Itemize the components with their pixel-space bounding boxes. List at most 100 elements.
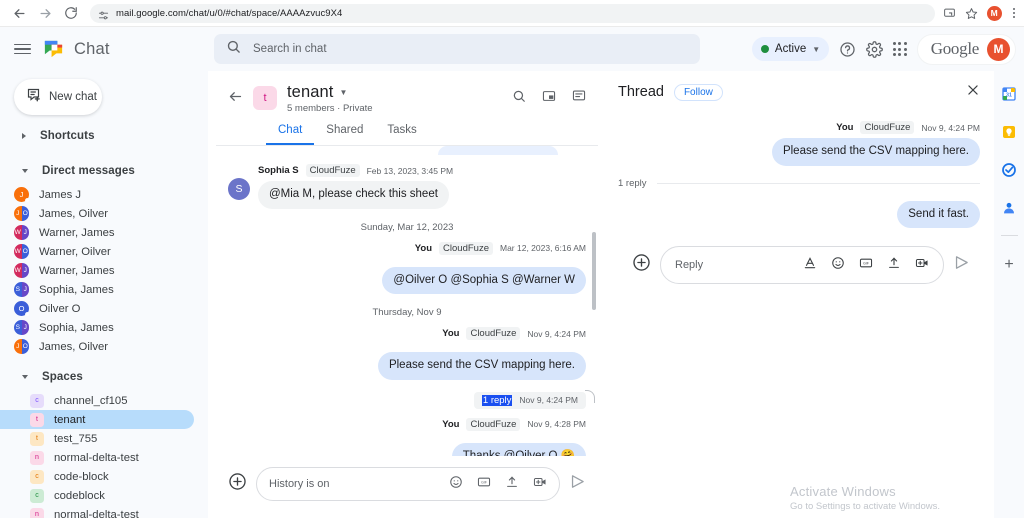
- send-icon[interactable]: [569, 473, 586, 495]
- upload-icon[interactable]: [505, 475, 519, 494]
- sidebar-section-shortcuts[interactable]: Shortcuts: [0, 122, 208, 150]
- sidebar-item-dm[interactable]: S J Sophia, James: [0, 318, 194, 337]
- scrollbar-thumb[interactable]: [592, 232, 596, 310]
- help-circle-icon[interactable]: [839, 41, 856, 58]
- sidebar-item-label: normal-delta-test: [54, 451, 139, 464]
- chevron-down-icon: [22, 375, 28, 379]
- thread-title: Thread: [618, 84, 664, 100]
- message-bubble[interactable]: Send it fast.: [897, 200, 980, 229]
- avatar-half-left: W: [14, 263, 22, 278]
- browser-profile-avatar[interactable]: M: [986, 5, 1002, 21]
- sidebar-item-dm[interactable]: S J Sophia, James: [0, 280, 194, 299]
- app-title: Chat: [74, 39, 110, 58]
- sidebar-item-space[interactable]: c codeblock: [0, 486, 194, 505]
- keep-icon[interactable]: [1000, 123, 1018, 141]
- close-icon[interactable]: [966, 83, 980, 101]
- avatar: O: [14, 301, 30, 317]
- sidebar-item-space[interactable]: c channel_cf105: [0, 391, 194, 410]
- space-avatar: c: [30, 469, 44, 484]
- google-account-pill[interactable]: Google M: [916, 33, 1016, 65]
- message-bubble[interactable]: @Oilver O @Sophia S @Warner W: [382, 266, 586, 295]
- message-group: You CloudFuze Mar 12, 2023, 6:16 AM @Oilver…: [228, 241, 586, 295]
- avatar-half-right: O: [21, 339, 29, 354]
- sidebar-item-dm[interactable]: J O James, Oilver: [0, 204, 194, 223]
- message-bubble[interactable]: @Mia M, please check this sheet: [258, 181, 449, 209]
- back-arrow-icon[interactable]: [228, 89, 243, 109]
- tab-shared[interactable]: Shared: [314, 120, 375, 145]
- send-icon[interactable]: [953, 254, 970, 276]
- day-separator: Thursday, Nov 9: [372, 307, 442, 319]
- tasks-icon[interactable]: [1000, 161, 1018, 179]
- picture-in-picture-icon[interactable]: [542, 89, 556, 108]
- thread-panel-icon[interactable]: [572, 89, 586, 108]
- add-icon[interactable]: [228, 472, 247, 496]
- sidebar-section-spaces[interactable]: Spaces: [0, 363, 208, 391]
- thread-reply-input[interactable]: Reply GIF: [660, 246, 944, 285]
- sidebar-item-label: channel_cf105: [54, 394, 128, 407]
- new-chat-button[interactable]: New chat: [14, 79, 102, 115]
- forward-arrow-icon[interactable]: [32, 0, 58, 26]
- emoji-icon[interactable]: [831, 256, 845, 275]
- sidebar-item-dm[interactable]: W J Warner, James: [0, 261, 194, 280]
- message-sender: You: [836, 122, 854, 133]
- sidebar-item-label: James, Oilver: [39, 340, 109, 353]
- gif-icon[interactable]: GIF: [859, 256, 873, 275]
- sidebar-item-space[interactable]: n normal-delta-test: [0, 505, 194, 518]
- sidebar-item-label: Warner, James: [39, 226, 115, 239]
- message-bubble[interactable]: Please send the CSV mapping here.: [377, 352, 586, 380]
- thread-reply-chip[interactable]: 1 reply Nov 9, 4:24 PM: [473, 389, 595, 409]
- add-app-button[interactable]: +: [1004, 256, 1013, 274]
- presence-dot-icon: [25, 312, 30, 317]
- video-icon[interactable]: [533, 475, 547, 494]
- text-format-icon[interactable]: [803, 256, 817, 275]
- space-avatar: c: [30, 488, 44, 503]
- add-icon[interactable]: [632, 253, 651, 277]
- search-input[interactable]: Search in chat: [214, 34, 700, 64]
- star-icon[interactable]: [965, 7, 978, 20]
- kebab-menu-icon[interactable]: [1011, 7, 1017, 19]
- contacts-icon[interactable]: [1000, 199, 1018, 217]
- back-arrow-icon[interactable]: [6, 0, 32, 26]
- sidebar-item-dm[interactable]: O Oilver O: [0, 299, 194, 318]
- reply-timestamp: Nov 9, 4:24 PM: [519, 395, 578, 406]
- chevron-down-icon[interactable]: ▼: [339, 88, 347, 97]
- cast-icon[interactable]: [943, 7, 956, 20]
- message-input[interactable]: History is on GIF: [256, 467, 560, 501]
- avatar[interactable]: M: [987, 37, 1010, 61]
- avatar-half-right: O: [21, 206, 29, 221]
- video-icon[interactable]: [915, 256, 929, 275]
- sidebar-item-dm[interactable]: W O Warner, Oilver: [0, 242, 194, 261]
- status-badge[interactable]: Active ▼: [751, 37, 830, 61]
- sidebar-section-label: Spaces: [42, 371, 83, 383]
- tab-chat[interactable]: Chat: [266, 120, 315, 145]
- tune-icon[interactable]: [98, 8, 109, 19]
- upload-icon[interactable]: [887, 256, 901, 275]
- sidebar-item-space[interactable]: c code-block: [0, 467, 194, 486]
- sidebar-item-space[interactable]: n normal-delta-test: [0, 448, 194, 467]
- avatar-half-left: S: [14, 282, 22, 297]
- follow-button[interactable]: Follow: [673, 83, 723, 101]
- sidebar-item-dm[interactable]: W J Warner, James: [0, 223, 194, 242]
- sidebar-item-space[interactable]: t tenant: [0, 410, 194, 429]
- avatar: JO: [14, 339, 29, 354]
- calendar-icon[interactable]: 31: [1000, 85, 1018, 103]
- sidebar-item-space[interactable]: t test_755: [0, 429, 194, 448]
- sidebar-section-direct-messages[interactable]: Direct messages: [0, 157, 208, 185]
- message-bubble[interactable]: Please send the CSV mapping here.: [771, 138, 980, 166]
- tab-tasks[interactable]: Tasks: [375, 120, 428, 145]
- message-timestamp: Nov 9, 4:24 PM: [527, 328, 586, 339]
- address-bar[interactable]: mail.google.com/chat/u/0/#chat/space/AAA…: [90, 3, 935, 23]
- gif-icon[interactable]: GIF: [477, 475, 491, 494]
- search-icon[interactable]: [512, 89, 526, 108]
- address-bar-url: mail.google.com/chat/u/0/#chat/space/AAA…: [116, 7, 343, 19]
- message-app-badge: CloudFuze: [860, 121, 915, 134]
- avatar-half-left: W: [14, 225, 22, 240]
- emoji-icon[interactable]: [449, 475, 463, 494]
- app-logo: Chat: [42, 38, 110, 61]
- sidebar-item-dm[interactable]: J O James, Oilver: [0, 337, 194, 356]
- gear-icon[interactable]: [866, 40, 884, 58]
- reload-icon[interactable]: [58, 0, 84, 26]
- apps-grid-icon[interactable]: [893, 42, 907, 56]
- message-meta: You CloudFuze Mar 12, 2023, 6:16 AM: [415, 241, 586, 255]
- sidebar-item-dm[interactable]: J James J: [0, 185, 194, 204]
